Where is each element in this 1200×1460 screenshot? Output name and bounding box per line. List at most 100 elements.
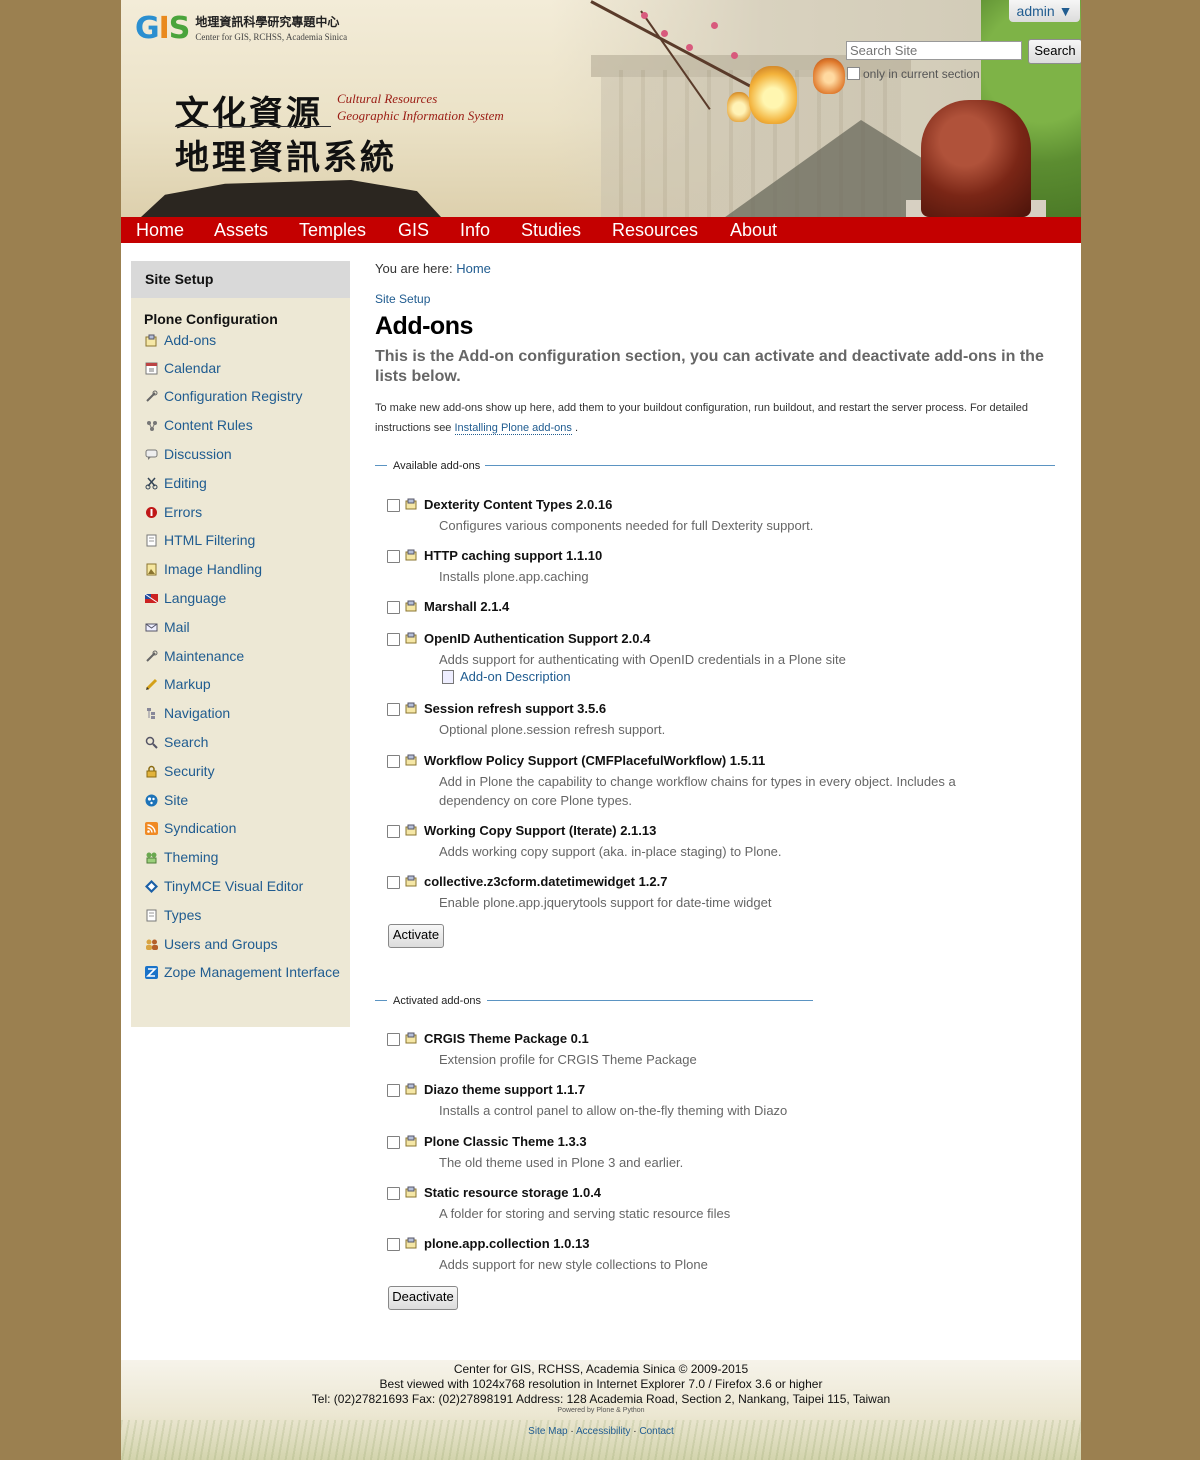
- sidebar-item-addons[interactable]: Add-ons: [145, 331, 216, 349]
- search-button[interactable]: Search: [1028, 39, 1081, 64]
- blossom: [661, 30, 668, 37]
- footer-link-accessibility[interactable]: Accessibility: [576, 1426, 630, 1437]
- addon-checkbox[interactable]: [387, 1084, 400, 1097]
- sidebar-item-label: Errors: [164, 504, 203, 520]
- addon-checkbox[interactable]: [387, 1238, 400, 1251]
- nav-item-assets[interactable]: Assets: [214, 217, 268, 243]
- addon-checkbox[interactable]: [387, 876, 400, 889]
- nav-item-temples[interactable]: Temples: [299, 217, 366, 243]
- sky-lantern: [749, 66, 797, 124]
- sidebar-item-editing[interactable]: Editing: [145, 474, 207, 492]
- site-footer: Center for GIS, RCHSS, Academia Sinica ©…: [121, 1360, 1081, 1460]
- blossom: [641, 12, 648, 19]
- sidebar-item-syndication[interactable]: Syndication: [145, 819, 236, 837]
- search-input[interactable]: [846, 41, 1022, 60]
- footer-copyright: Center for GIS, RCHSS, Academia Sinica ©…: [453, 1362, 749, 1376]
- sidebar-item-users-and-groups[interactable]: Users and Groups: [145, 935, 278, 953]
- sidebar-item-label: Navigation: [164, 705, 231, 721]
- addon-description: Extension profile for CRGIS Theme Packag…: [439, 1052, 697, 1067]
- addon-checkbox[interactable]: [387, 1187, 400, 1200]
- product-icon: [405, 498, 417, 510]
- site-header: GIS 地理資訊科學研究專題中心 Center for GIS, RCHSS, …: [121, 0, 1081, 217]
- sidebar-item-maintenance[interactable]: Maintenance: [145, 647, 244, 665]
- sidebar-item-discussion[interactable]: Discussion: [145, 445, 232, 463]
- footer-link-sitemap[interactable]: Site Map: [528, 1426, 567, 1437]
- page-wrapper: GIS 地理資訊科學研究專題中心 Center for GIS, RCHSS, …: [121, 0, 1081, 1460]
- sidebar-item-security[interactable]: Security: [145, 762, 215, 780]
- footer-link-contact[interactable]: Contact: [639, 1426, 673, 1437]
- page-title: Add-ons: [375, 312, 473, 340]
- addon-checkbox[interactable]: [387, 550, 400, 563]
- sidebar-item-html-filtering[interactable]: HTML Filtering: [145, 531, 255, 549]
- product-icon: [405, 754, 417, 766]
- site-setup-link[interactable]: Site Setup: [375, 292, 430, 306]
- sidebar-item-zmi[interactable]: Zope Management Interface: [145, 963, 340, 981]
- sidebar-title[interactable]: Site Setup: [131, 261, 350, 298]
- sidebar-item-search[interactable]: Search: [145, 733, 208, 751]
- sidebar-item-image-handling[interactable]: Image Handling: [145, 560, 262, 578]
- nav-item-home[interactable]: Home: [136, 217, 184, 243]
- sidebar-item-content-rules[interactable]: Content Rules: [145, 416, 253, 434]
- sidebar-item-label: Add-ons: [164, 332, 217, 348]
- lion-statue-illustration: [921, 100, 1031, 217]
- addon-checkbox[interactable]: [387, 499, 400, 512]
- addon-checkbox[interactable]: [387, 633, 400, 646]
- addon-description: A folder for storing and serving static …: [439, 1206, 731, 1221]
- addon-description: Adds support for authenticating with Ope…: [439, 652, 846, 667]
- sidebar-item-calendar[interactable]: Calendar: [145, 359, 221, 377]
- sidebar-item-configuration-registry[interactable]: Configuration Registry: [145, 387, 303, 405]
- zope-icon: [145, 965, 158, 979]
- footer-separator: ·: [570, 1426, 574, 1437]
- addon-description: The old theme used in Plone 3 and earlie…: [439, 1155, 684, 1170]
- sidebar-item-tinymce[interactable]: TinyMCE Visual Editor: [145, 877, 303, 895]
- sidebar-item-theming[interactable]: Theming: [145, 848, 218, 866]
- addon-checkbox[interactable]: [387, 601, 400, 614]
- sky-lantern: [727, 92, 751, 122]
- sidebar-item-errors[interactable]: Errors: [145, 503, 202, 521]
- temple-roof-pole: [241, 196, 245, 217]
- nav-item-resources[interactable]: Resources: [612, 217, 698, 243]
- nav-item-studies[interactable]: Studies: [521, 217, 581, 243]
- footer-separator: ·: [633, 1426, 637, 1437]
- addon-name: Static resource storage 1.0.4: [424, 1185, 602, 1200]
- addon-name: Workflow Policy Support (CMFPlacefulWork…: [424, 753, 766, 768]
- sidebar-item-mail[interactable]: Mail: [145, 618, 190, 636]
- sidebar-item-markup[interactable]: Markup: [145, 675, 211, 693]
- breadcrumb-home-link[interactable]: Home: [456, 261, 491, 276]
- sidebar-item-site[interactable]: Site: [145, 791, 188, 809]
- activate-button[interactable]: Activate: [388, 924, 444, 948]
- addon-checkbox[interactable]: [387, 825, 400, 838]
- sidebar-item-label: HTML Filtering: [164, 532, 256, 548]
- blossom: [686, 44, 693, 51]
- addon-description: Adds support for new style collections t…: [439, 1257, 708, 1272]
- temple-roof-illustration: [141, 180, 441, 217]
- content-rules-icon: [145, 419, 158, 432]
- nav-item-info[interactable]: Info: [460, 217, 490, 243]
- nav-item-about[interactable]: About: [730, 217, 777, 243]
- addon-description-link[interactable]: Add-on Description: [442, 669, 571, 684]
- admin-menu-button[interactable]: admin ▼: [1009, 0, 1080, 22]
- sidebar-item-label: Image Handling: [164, 561, 263, 577]
- sidebar-item-label: Configuration Registry: [164, 388, 303, 404]
- nav-item-gis[interactable]: GIS: [398, 217, 429, 243]
- site-logo[interactable]: GIS 地理資訊科學研究專題中心 Center for GIS, RCHSS, …: [135, 12, 347, 46]
- current-section-checkbox[interactable]: [847, 67, 860, 80]
- sidebar-item-label: Security: [164, 763, 215, 779]
- legend-rule: [375, 465, 387, 466]
- addon-checkbox[interactable]: [387, 703, 400, 716]
- sidebar-item-types[interactable]: Types: [145, 906, 201, 924]
- breadcrumb-prefix: You are here:: [375, 261, 453, 276]
- addon-checkbox[interactable]: [387, 1136, 400, 1149]
- deactivate-button[interactable]: Deactivate: [388, 1286, 458, 1310]
- product-icon: [405, 875, 417, 887]
- addon-checkbox[interactable]: [387, 1033, 400, 1046]
- product-icon: [405, 702, 417, 714]
- logo-text: 地理資訊科學研究專題中心 Center for GIS, RCHSS, Acad…: [195, 15, 347, 44]
- sidebar-item-language[interactable]: Language: [144, 589, 226, 607]
- installing-addons-link[interactable]: Installing Plone add-ons: [454, 422, 572, 435]
- addon-checkbox[interactable]: [387, 755, 400, 768]
- addon-description: Optional plone.session refresh support.: [439, 722, 666, 737]
- magnifier-icon: [145, 736, 158, 749]
- help-text: To make new add-ons show up here, add th…: [375, 398, 1055, 438]
- sidebar-item-navigation[interactable]: Navigation: [145, 704, 230, 722]
